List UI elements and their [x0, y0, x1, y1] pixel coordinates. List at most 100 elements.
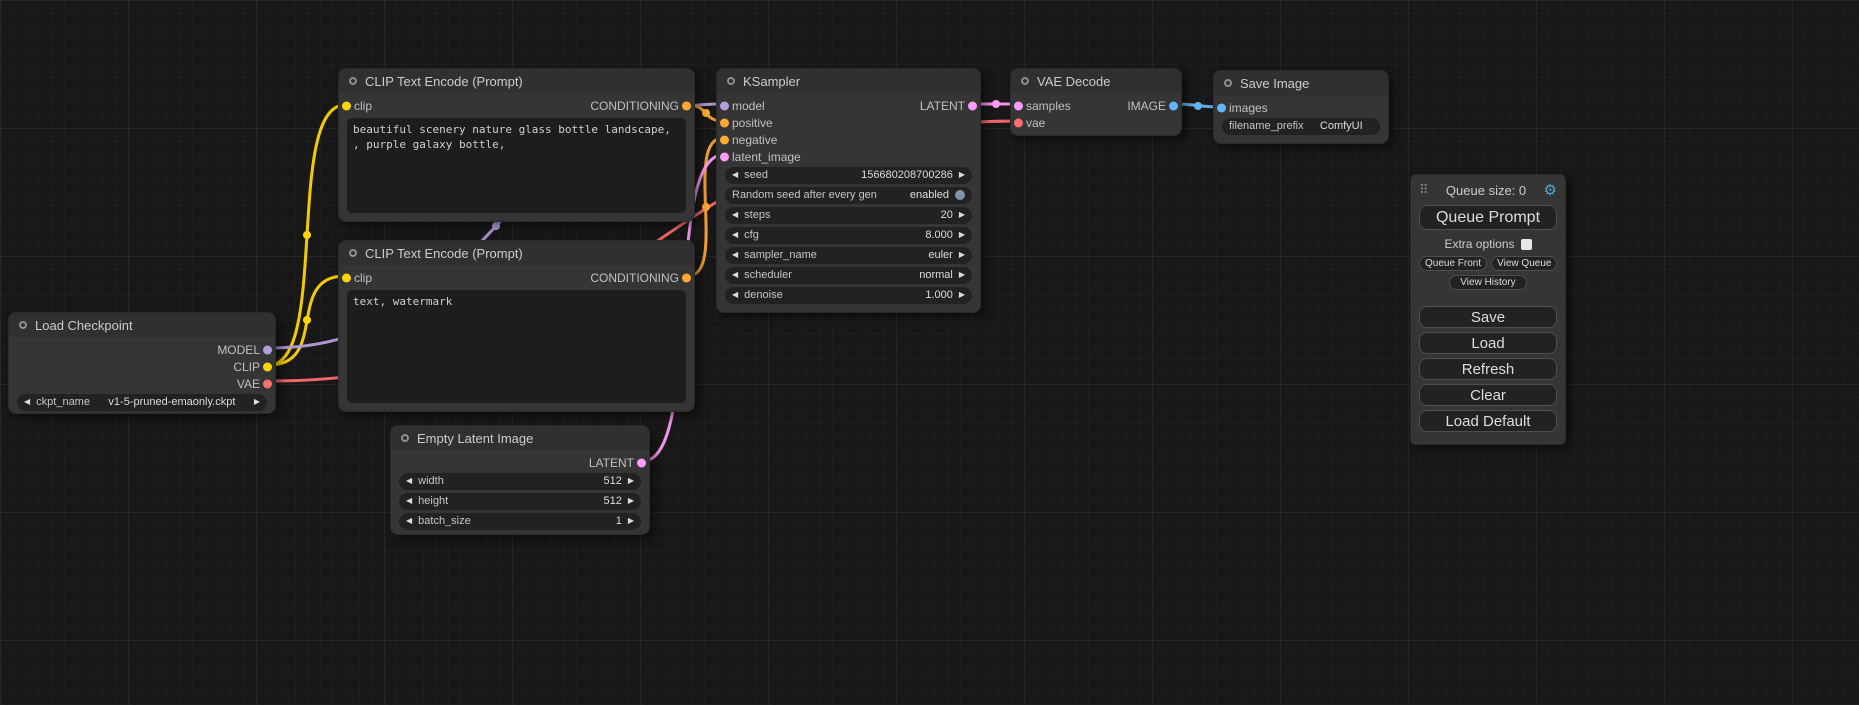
output-label-conditioning: CONDITIONING	[590, 271, 679, 285]
decrement-arrow-icon[interactable]: ◀	[732, 211, 738, 219]
filename-prefix-widget[interactable]: filename_prefix ComfyUI	[1222, 118, 1380, 135]
view-history-button[interactable]: View History	[1449, 275, 1527, 290]
node-title-bar[interactable]: Save Image	[1214, 71, 1388, 95]
latent-output-port[interactable]	[968, 101, 977, 110]
node-load-checkpoint[interactable]: Load Checkpoint MODEL CLIP VAE ◀ ckpt_na…	[8, 312, 276, 414]
node-title-bar[interactable]: KSampler	[717, 69, 980, 93]
collapse-dot-icon[interactable]	[349, 249, 357, 257]
node-title-bar[interactable]: Empty Latent Image	[391, 426, 649, 450]
seed-widget[interactable]: ◀ seed 156680208700286 ▶	[725, 167, 972, 184]
view-queue-button[interactable]: View Queue	[1491, 256, 1557, 271]
vae-input-port[interactable]	[1014, 118, 1023, 127]
collapse-dot-icon[interactable]	[1224, 79, 1232, 87]
queue-front-button[interactable]: Queue Front	[1419, 256, 1487, 271]
settings-gear-icon[interactable]: ⚙	[1544, 181, 1557, 199]
vae-output-port[interactable]	[263, 379, 272, 388]
collapse-dot-icon[interactable]	[727, 77, 735, 85]
drag-handle-icon[interactable]: ⠿	[1419, 182, 1429, 198]
queue-prompt-button[interactable]: Queue Prompt	[1419, 205, 1557, 230]
node-title-bar[interactable]: Load Checkpoint	[9, 313, 275, 337]
next-value-arrow-icon[interactable]: ▶	[959, 271, 965, 279]
decrement-arrow-icon[interactable]: ◀	[406, 497, 412, 505]
clear-button[interactable]: Clear	[1419, 384, 1557, 406]
input-label-clip: clip	[354, 271, 372, 285]
denoise-widget[interactable]: ◀ denoise 1.000 ▶	[725, 287, 972, 304]
model-output-port[interactable]	[263, 345, 272, 354]
decrement-arrow-icon[interactable]: ◀	[732, 171, 738, 179]
clip-output-port[interactable]	[263, 362, 272, 371]
width-widget[interactable]: ◀ width 512 ▶	[399, 473, 641, 490]
next-value-arrow-icon[interactable]: ▶	[254, 398, 260, 406]
widget-label: scheduler	[744, 269, 913, 281]
load-button[interactable]: Load	[1419, 332, 1557, 354]
extra-options-checkbox[interactable]	[1521, 239, 1532, 250]
prev-value-arrow-icon[interactable]: ◀	[732, 251, 738, 259]
refresh-button[interactable]: Refresh	[1419, 358, 1557, 380]
model-input-port[interactable]	[720, 101, 729, 110]
clip-input-port[interactable]	[342, 101, 351, 110]
increment-arrow-icon[interactable]: ▶	[959, 211, 965, 219]
height-widget[interactable]: ◀ height 512 ▶	[399, 493, 641, 510]
collapse-dot-icon[interactable]	[401, 434, 409, 442]
cfg-widget[interactable]: ◀ cfg 8.000 ▶	[725, 227, 972, 244]
node-ksampler[interactable]: KSampler model LATENT positive negative …	[716, 68, 981, 313]
increment-arrow-icon[interactable]: ▶	[628, 497, 634, 505]
output-row-model: MODEL	[9, 341, 275, 358]
decrement-arrow-icon[interactable]: ◀	[406, 477, 412, 485]
negative-input-port[interactable]	[720, 135, 729, 144]
node-save-image[interactable]: Save Image images filename_prefix ComfyU…	[1213, 70, 1389, 144]
widget-value: 8.000	[925, 229, 953, 241]
node-title-bar[interactable]: CLIP Text Encode (Prompt)	[339, 69, 694, 93]
node-graph-canvas[interactable]: Load Checkpoint MODEL CLIP VAE ◀ ckpt_na…	[0, 0, 1859, 705]
decrement-arrow-icon[interactable]: ◀	[406, 517, 412, 525]
io-row-model-latent: model LATENT	[717, 97, 980, 114]
queue-buttons-row: Queue Front View Queue	[1419, 256, 1557, 271]
save-button[interactable]: Save	[1419, 306, 1557, 328]
increment-arrow-icon[interactable]: ▶	[628, 517, 634, 525]
samples-input-port[interactable]	[1014, 101, 1023, 110]
clip-input-port[interactable]	[342, 273, 351, 282]
images-input-port[interactable]	[1217, 103, 1226, 112]
image-output-port[interactable]	[1169, 101, 1178, 110]
node-title: Load Checkpoint	[35, 318, 133, 333]
increment-arrow-icon[interactable]: ▶	[959, 231, 965, 239]
collapse-dot-icon[interactable]	[1021, 77, 1029, 85]
sampler-name-widget[interactable]: ◀ sampler_name euler ▶	[725, 247, 972, 264]
node-empty-latent-image[interactable]: Empty Latent Image LATENT ◀ width 512 ▶ …	[390, 425, 650, 535]
ckpt-name-widget[interactable]: ◀ ckpt_name v1-5-pruned-emaonly.ckpt ▶	[17, 394, 267, 411]
load-default-button[interactable]: Load Default	[1419, 410, 1557, 432]
scheduler-widget[interactable]: ◀ scheduler normal ▶	[725, 267, 972, 284]
widget-value: 1	[616, 515, 622, 527]
node-title-bar[interactable]: CLIP Text Encode (Prompt)	[339, 241, 694, 265]
next-value-arrow-icon[interactable]: ▶	[959, 251, 965, 259]
collapse-dot-icon[interactable]	[19, 321, 27, 329]
node-vae-decode[interactable]: VAE Decode samples IMAGE vae	[1010, 68, 1182, 136]
increment-arrow-icon[interactable]: ▶	[959, 291, 965, 299]
toggle-dot-icon[interactable]	[955, 190, 965, 200]
history-button-row: View History	[1419, 275, 1557, 290]
negative-prompt-textarea[interactable]: text, watermark	[347, 290, 686, 403]
latent-image-input-port[interactable]	[720, 152, 729, 161]
node-title: Empty Latent Image	[417, 431, 533, 446]
increment-arrow-icon[interactable]: ▶	[959, 171, 965, 179]
prev-value-arrow-icon[interactable]: ◀	[732, 271, 738, 279]
decrement-arrow-icon[interactable]: ◀	[732, 291, 738, 299]
conditioning-output-port[interactable]	[682, 273, 691, 282]
prev-value-arrow-icon[interactable]: ◀	[24, 398, 30, 406]
batch-size-widget[interactable]: ◀ batch_size 1 ▶	[399, 513, 641, 530]
decrement-arrow-icon[interactable]: ◀	[732, 231, 738, 239]
positive-prompt-textarea[interactable]: beautiful scenery nature glass bottle la…	[347, 118, 686, 213]
node-clip-text-encode-negative[interactable]: CLIP Text Encode (Prompt) clip CONDITION…	[338, 240, 695, 412]
latent-output-port[interactable]	[637, 458, 646, 467]
comfy-menu-panel[interactable]: ⠿ Queue size: 0 ⚙ Queue Prompt Extra opt…	[1410, 174, 1566, 445]
collapse-dot-icon[interactable]	[349, 77, 357, 85]
positive-input-port[interactable]	[720, 118, 729, 127]
increment-arrow-icon[interactable]: ▶	[628, 477, 634, 485]
node-clip-text-encode-positive[interactable]: CLIP Text Encode (Prompt) clip CONDITION…	[338, 68, 695, 222]
input-label-latent-image: latent_image	[732, 150, 801, 164]
random-seed-toggle-widget[interactable]: Random seed after every gen enabled	[725, 187, 972, 204]
conditioning-output-port[interactable]	[682, 101, 691, 110]
widget-value: 20	[941, 209, 953, 221]
steps-widget[interactable]: ◀ steps 20 ▶	[725, 207, 972, 224]
node-title-bar[interactable]: VAE Decode	[1011, 69, 1181, 93]
